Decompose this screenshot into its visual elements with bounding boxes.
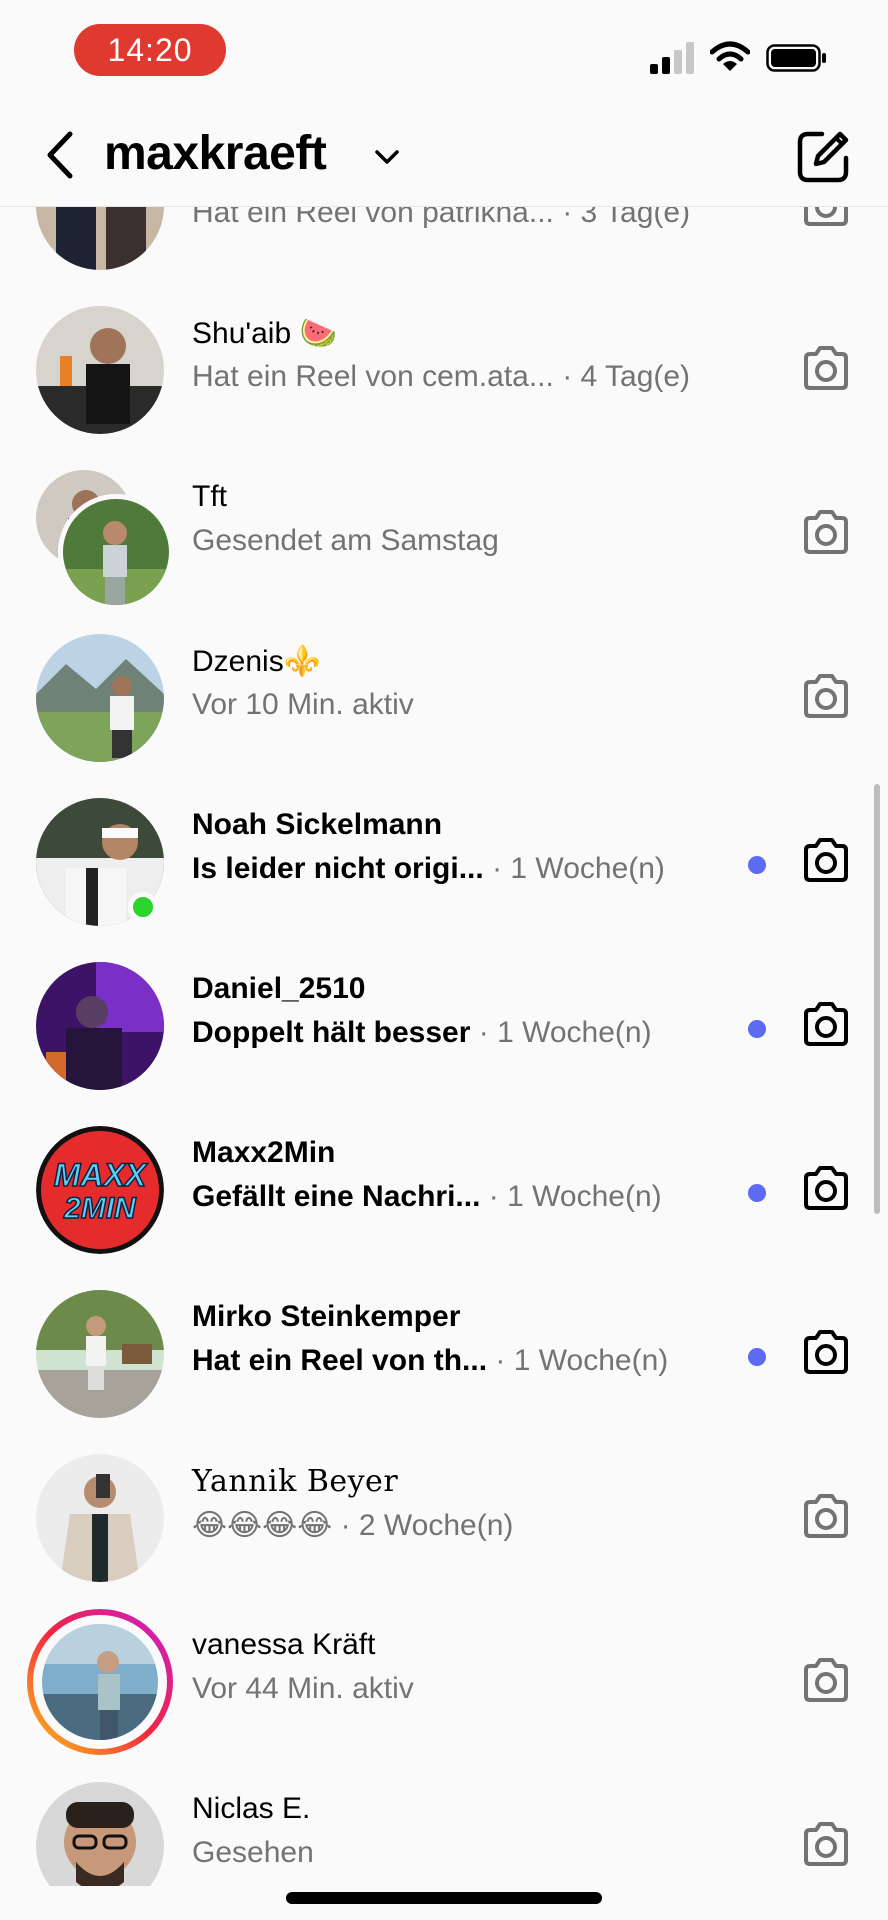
avatar	[36, 206, 164, 270]
thread-preview: 😂😂😂😂 · 2 Woche(n)	[192, 1509, 514, 1542]
camera-icon[interactable]	[800, 834, 852, 886]
thread-row[interactable]: Niclas E. Gesehen	[0, 1750, 888, 1886]
thread-name: Tft	[192, 480, 227, 513]
thread-name: vanessa Kräft	[192, 1628, 376, 1661]
thread-list: Hat ein Reel von patrikha... · 3 Tag(e) …	[0, 206, 888, 1886]
thread-name: Mirko Steinkemper	[192, 1300, 461, 1333]
unread-dot	[748, 1020, 766, 1038]
camera-icon[interactable]	[800, 670, 852, 722]
camera-icon[interactable]	[800, 342, 852, 394]
thread-preview: Vor 10 Min. aktiv	[192, 688, 414, 721]
home-indicator[interactable]	[286, 1892, 602, 1904]
thread-row[interactable]: MAXX 2MIN Maxx2Min Gefällt eine Nachri..…	[0, 1094, 888, 1258]
camera-icon[interactable]	[800, 1818, 852, 1870]
scrollbar[interactable]	[874, 784, 880, 1214]
thread-row[interactable]: vanessa Kräft Vor 44 Min. aktiv	[0, 1586, 888, 1755]
camera-icon[interactable]	[800, 998, 852, 1050]
compose-icon[interactable]	[796, 130, 850, 184]
thread-row[interactable]: Shu'aib 🍉 Hat ein Reel von cem.ata... · …	[0, 274, 888, 438]
avatar	[36, 306, 164, 434]
camera-icon[interactable]	[800, 506, 852, 558]
thread-name: Dzenis⚜️	[192, 645, 322, 678]
avatar	[36, 1454, 164, 1582]
back-chevron-icon[interactable]	[40, 130, 80, 180]
avatar	[36, 634, 164, 762]
inbox-header: maxkraeft	[0, 100, 888, 207]
thread-row[interactable]: Tft Gesendet am Samstag	[0, 438, 888, 610]
camera-icon[interactable]	[800, 1326, 852, 1378]
thread-row[interactable]: Noah Sickelmann Is leider nicht origi...…	[0, 766, 888, 930]
avatar: MAXX 2MIN	[36, 1126, 164, 1254]
unread-dot	[748, 1348, 766, 1366]
logo-text-line2: 2MIN	[63, 1192, 137, 1225]
battery-icon	[766, 44, 826, 72]
thread-preview: Hat ein Reel von patrikha... · 3 Tag(e)	[192, 206, 691, 229]
unread-dot	[748, 1184, 766, 1202]
thread-name: Yannik Beyer	[192, 1464, 399, 1499]
thread-preview: Hat ein Reel von cem.ata... · 4 Tag(e)	[192, 360, 691, 393]
thread-name: Niclas E.	[192, 1792, 311, 1825]
avatar	[36, 1290, 164, 1418]
camera-icon[interactable]	[800, 1490, 852, 1542]
thread-preview: Is leider nicht origi... · 1 Woche(n)	[192, 852, 665, 885]
account-username[interactable]: maxkraeft	[104, 126, 327, 181]
wifi-icon	[710, 41, 750, 71]
group-avatar-front	[58, 494, 174, 610]
avatar	[42, 1624, 158, 1740]
status-bar: 14:20	[0, 0, 888, 100]
thread-row[interactable]: Mirko Steinkemper Hat ein Reel von th...…	[0, 1258, 888, 1422]
online-status-dot	[128, 892, 158, 922]
unread-dot	[748, 856, 766, 874]
camera-icon[interactable]	[800, 1162, 852, 1214]
thread-preview: Doppelt hält besser · 1 Woche(n)	[192, 1016, 652, 1049]
thread-preview: Vor 44 Min. aktiv	[192, 1672, 414, 1705]
thread-row[interactable]: Hat ein Reel von patrikha... · 3 Tag(e)	[0, 206, 888, 274]
thread-preview: Gefällt eine Nachri... · 1 Woche(n)	[192, 1180, 662, 1213]
signal-icon	[650, 42, 694, 74]
thread-preview: Hat ein Reel von th... · 1 Woche(n)	[192, 1344, 669, 1377]
avatar	[36, 962, 164, 1090]
camera-icon[interactable]	[800, 1654, 852, 1706]
thread-name: Shu'aib 🍉	[192, 317, 337, 350]
thread-name: Daniel_2510	[192, 972, 366, 1005]
status-time: 14:20	[74, 24, 226, 76]
dropdown-chevron-icon[interactable]	[372, 142, 402, 172]
thread-name: Noah Sickelmann	[192, 808, 443, 841]
logo-text-line1: MAXX	[54, 1157, 148, 1193]
avatar	[36, 1782, 164, 1886]
thread-preview: Gesendet am Samstag	[192, 524, 499, 557]
thread-row[interactable]: Dzenis⚜️ Vor 10 Min. aktiv	[0, 602, 888, 766]
thread-preview: Gesehen	[192, 1836, 314, 1869]
thread-row[interactable]: Daniel_2510 Doppelt hält besser · 1 Woch…	[0, 930, 888, 1094]
thread-name: Maxx2Min	[192, 1136, 336, 1169]
thread-row[interactable]: Yannik Beyer 😂😂😂😂 · 2 Woche(n)	[0, 1422, 888, 1586]
camera-icon[interactable]	[800, 206, 852, 230]
